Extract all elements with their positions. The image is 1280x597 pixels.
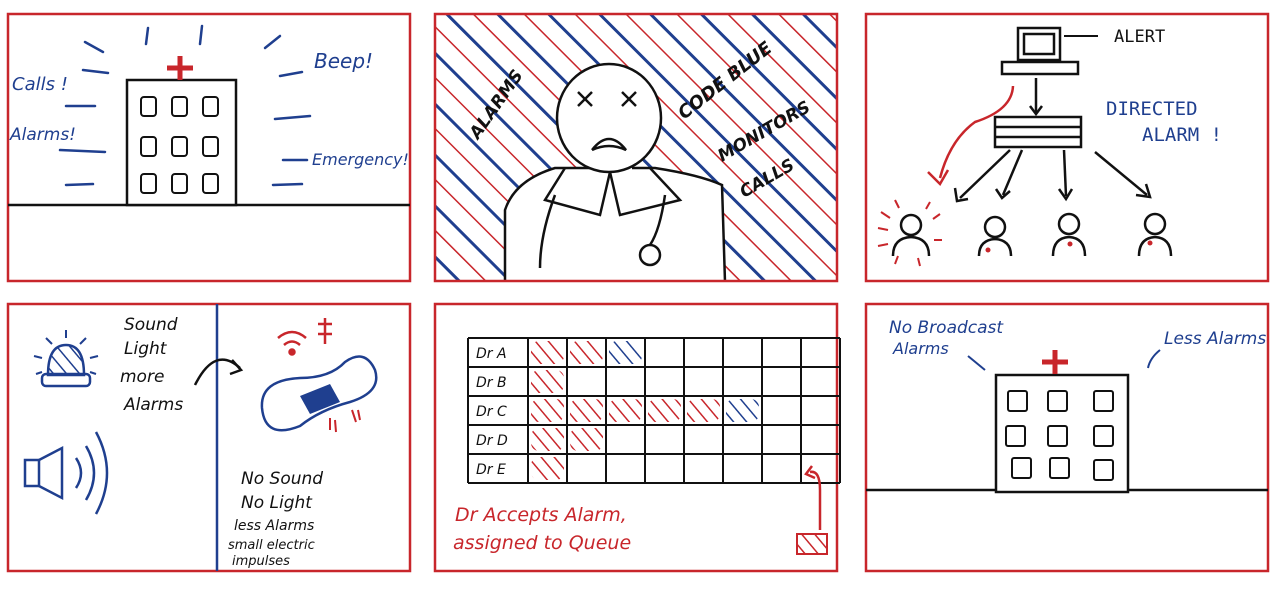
no-sound-label: No Sound (241, 469, 323, 489)
wearable-patch-icon (260, 355, 378, 433)
no-broadcast-label-2: Alarms (892, 339, 949, 358)
person-icon-alerted (877, 199, 942, 267)
queue-grid: Dr A Dr B Dr C Dr D Dr E (467, 337, 841, 484)
incoming-alarm-icon (796, 533, 828, 555)
queued-alarm-cell (531, 428, 564, 451)
doctor-row-label: Dr D (476, 433, 508, 449)
panel-alarm-queue: Dr A Dr B Dr C Dr D Dr E Dr Accepts Alarm, a… (433, 302, 841, 573)
queued-alarm-cell (609, 399, 642, 422)
queue-note-2: assigned to Queue (453, 532, 631, 554)
directed-label-2: ALARM ! (1142, 124, 1222, 146)
queued-alarm-cell (531, 370, 564, 393)
red-cross-icon (1042, 350, 1068, 374)
doctor-row-label: Dr B (476, 375, 507, 391)
more-label: more (120, 367, 164, 387)
queued-alarm-cell (570, 428, 603, 451)
server-icon (993, 115, 1083, 149)
person-icon (977, 212, 1173, 257)
queued-alarm-cell (570, 399, 603, 422)
alarms-label: Alarms (123, 395, 183, 415)
hospital-building (125, 78, 238, 207)
calls-label: Calls ! (12, 74, 68, 95)
doctor-row-label: Dr C (476, 404, 507, 420)
queued-alarm-cell (531, 399, 564, 422)
queued-alarm-cell (609, 341, 642, 364)
wireless-signal-icon (277, 318, 332, 356)
panel-directed-alarm: ALERT DIRECTED ALARM ! (864, 12, 1270, 283)
panel-overwhelmed-doctor: ALARMS CODE BLUE MONITORS CALLS (433, 12, 839, 283)
queued-alarm-cell (531, 457, 564, 480)
queued-alarm-cell (531, 341, 564, 364)
less-alarms-label: less Alarms (234, 518, 314, 534)
alert-label: ALERT (1114, 27, 1165, 47)
queued-alarm-cell (726, 399, 759, 422)
doctor-row-label: Dr E (476, 462, 506, 478)
doctor-row-label: Dr A (476, 346, 507, 362)
impulses-label-1: small electric (228, 538, 315, 553)
red-cross-icon (167, 56, 193, 80)
queued-alarm-cell (687, 399, 720, 422)
directed-label-1: DIRECTED (1106, 98, 1198, 120)
alarms-label: Alarms! (9, 125, 76, 145)
emergency-label: Emergency! (312, 150, 409, 169)
beep-label: Beep! (314, 49, 373, 73)
impulses-label-2: impulses (232, 554, 290, 569)
panel-noisy-hospital: Calls ! Alarms! Beep! Emergency! (6, 12, 412, 283)
hospital-building (994, 373, 1130, 494)
no-light-label: No Light (241, 493, 313, 513)
no-broadcast-label-1: No Broadcast (889, 318, 1004, 338)
panel-quiet-hospital: No Broadcast Alarms Less Alarms (864, 302, 1270, 573)
light-label: Light (124, 339, 168, 359)
queue-note-1: Dr Accepts Alarm, (455, 504, 627, 526)
queued-alarm-cell (648, 399, 681, 422)
doctor-head (555, 62, 663, 174)
queued-alarm-cell (570, 341, 603, 364)
sound-label: Sound (124, 315, 178, 335)
computer-icon (1000, 26, 1080, 76)
panel-wearable-device: Sound Light more Alarms No Sound No Ligh… (6, 302, 412, 573)
siren-light-icon (33, 330, 99, 388)
speaker-icon (23, 431, 109, 515)
less-alarms-label: Less Alarms (1164, 329, 1266, 349)
storyboard: Calls ! Alarms! Beep! Emergency! ALARMS … (6, 12, 1270, 573)
